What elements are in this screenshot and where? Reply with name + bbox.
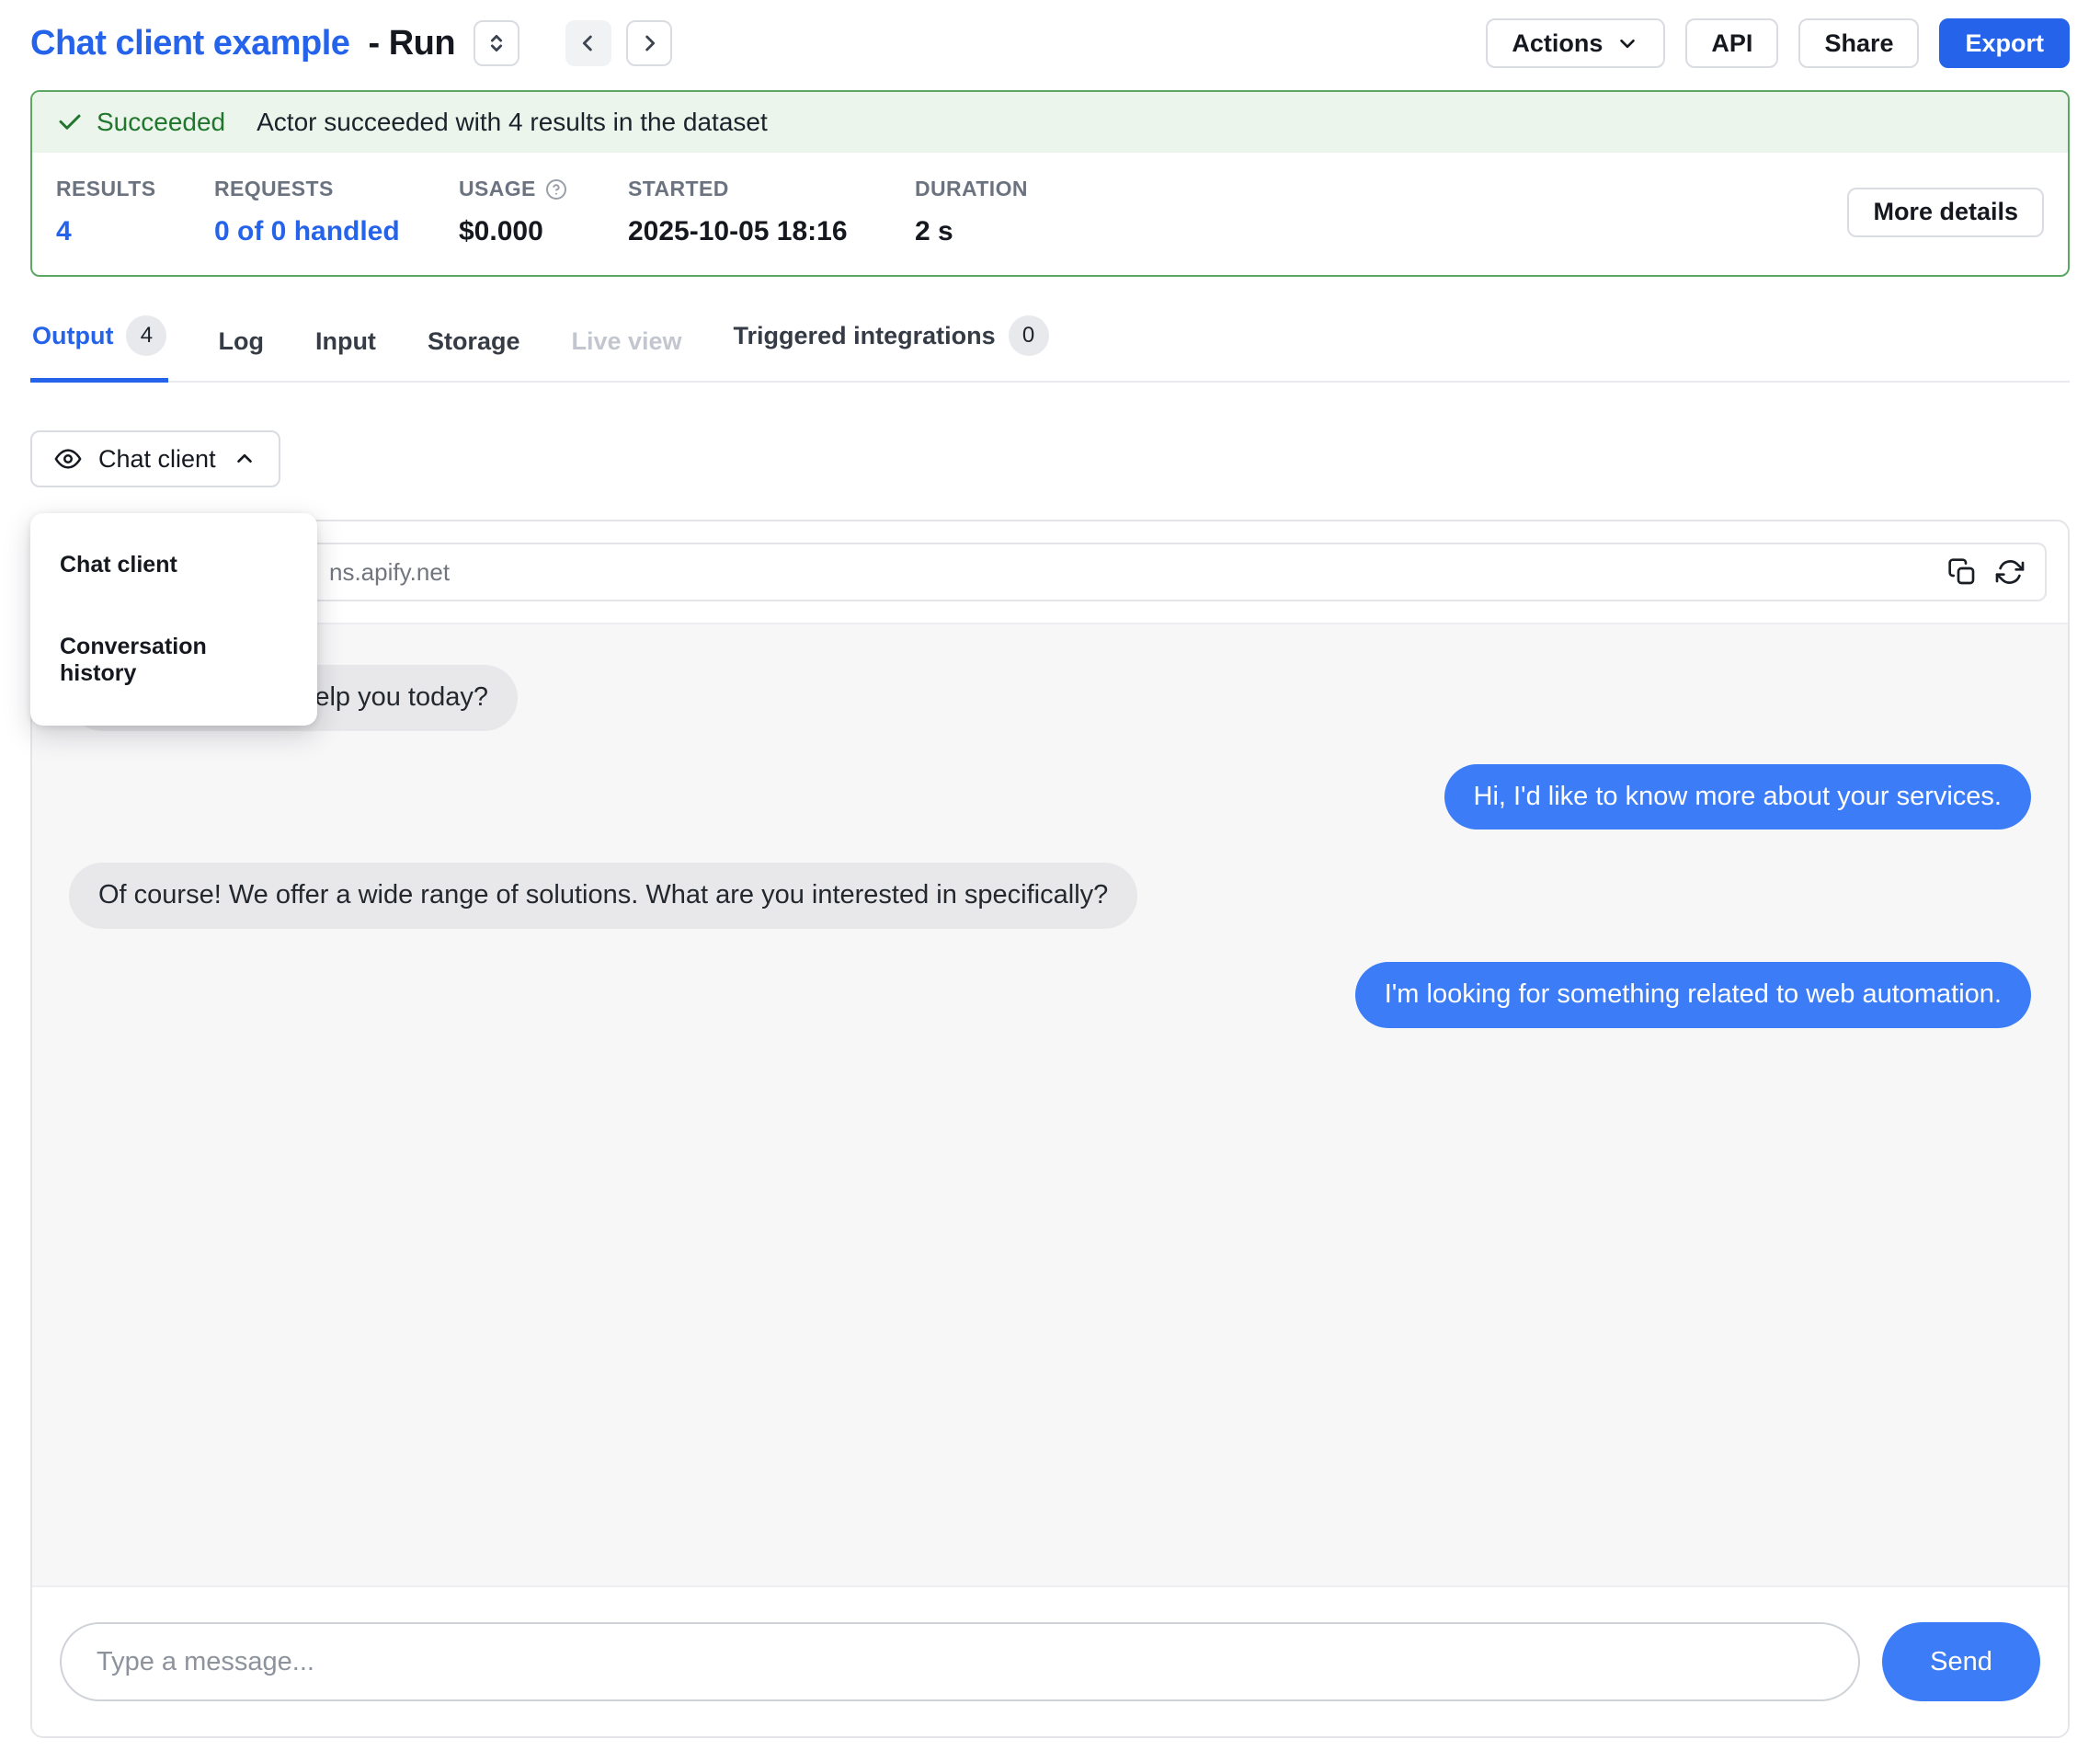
run-label: - Run — [369, 24, 456, 63]
url-bar-actions — [1947, 557, 2025, 587]
stat-usage-label-text: USAGE — [459, 177, 536, 201]
chevron-right-icon — [636, 30, 662, 56]
page-title: Chat client example - Run — [30, 24, 455, 63]
next-run-button[interactable] — [626, 20, 672, 66]
output-view-selector-label: Chat client — [98, 445, 216, 474]
run-stats-row: RESULTS 4 REQUESTS 0 of 0 handled USAGE … — [32, 153, 2068, 275]
title-area: Chat client example - Run — [30, 20, 672, 66]
more-details-label: More details — [1873, 198, 2018, 226]
tab-live-view-label: Live view — [571, 327, 681, 356]
export-button[interactable]: Export — [1939, 18, 2070, 68]
tab-output[interactable]: Output 4 — [30, 303, 168, 383]
dropdown-item-chat-client[interactable]: Chat client — [30, 524, 317, 606]
refresh-icon — [1995, 557, 2025, 587]
tab-triggered-integrations-badge: 0 — [1009, 315, 1049, 356]
stat-results-label: RESULTS — [56, 177, 214, 201]
chat-message-user: I'm looking for something related to web… — [1355, 962, 2031, 1028]
chevron-left-icon — [576, 30, 601, 56]
chat-message-list: Hello! How can I help you today? Hi, I'd… — [32, 623, 2068, 1587]
stat-results: RESULTS 4 — [56, 177, 214, 247]
run-header: Chat client example - Run Actions — [0, 0, 2100, 85]
share-button-label: Share — [1824, 29, 1893, 58]
tab-triggered-integrations[interactable]: Triggered integrations 0 — [732, 303, 1051, 383]
actions-button-label: Actions — [1512, 29, 1603, 58]
tab-output-badge: 4 — [126, 315, 166, 356]
stat-requests-label: REQUESTS — [214, 177, 459, 201]
chevron-up-icon — [233, 447, 257, 471]
status-state: Succeeded — [56, 108, 225, 137]
output-view-dropdown-menu: Chat client Conversation history — [30, 513, 317, 726]
stat-duration-value: 2 s — [915, 216, 1028, 247]
tab-log-label: Log — [218, 327, 263, 356]
chat-panel-header: ns.apify.net — [32, 521, 2068, 623]
api-button[interactable]: API — [1685, 18, 1778, 68]
copy-url-button[interactable] — [1947, 557, 1977, 587]
stat-duration-label: DURATION — [915, 177, 1028, 201]
run-title-suffix — [359, 24, 368, 63]
chat-message-user: Hi, I'd like to know more about your ser… — [1444, 764, 2032, 830]
status-banner: Succeeded Actor succeeded with 4 results… — [32, 92, 2068, 153]
chat-message-input[interactable] — [60, 1622, 1860, 1701]
more-details-button[interactable]: More details — [1847, 188, 2044, 237]
run-selector-button[interactable] — [474, 20, 519, 66]
copy-icon — [1947, 557, 1977, 587]
stat-usage: USAGE $0.000 — [459, 177, 628, 247]
eye-icon — [54, 445, 82, 473]
up-down-chevron-icon — [484, 30, 509, 56]
url-text: ns.apify.net — [329, 558, 450, 587]
tab-log[interactable]: Log — [216, 315, 265, 383]
chevron-down-icon — [1615, 31, 1639, 55]
chat-client-panel: ns.apify.net Hello! How can I help you t… — [30, 520, 2070, 1738]
chat-message-bot: Of course! We offer a wide range of solu… — [69, 863, 1137, 929]
actor-title-link[interactable]: Chat client example — [30, 24, 349, 63]
run-status-card: Succeeded Actor succeeded with 4 results… — [30, 90, 2070, 277]
stat-started-value: 2025-10-05 18:16 — [628, 216, 915, 247]
check-icon — [56, 109, 84, 136]
tab-storage-label: Storage — [428, 327, 520, 356]
stat-duration: DURATION 2 s — [915, 177, 1028, 247]
actions-dropdown-button[interactable]: Actions — [1486, 18, 1665, 68]
stat-requests-value[interactable]: 0 of 0 handled — [214, 216, 459, 247]
send-button-label: Send — [1930, 1647, 1992, 1676]
tab-storage[interactable]: Storage — [426, 315, 522, 383]
export-button-label: Export — [1965, 29, 2044, 58]
api-button-label: API — [1711, 29, 1752, 58]
share-button[interactable]: Share — [1798, 18, 1919, 68]
tab-output-label: Output — [32, 322, 113, 350]
refresh-url-button[interactable] — [1995, 557, 2025, 587]
stat-started-label: STARTED — [628, 177, 915, 201]
dropdown-item-conversation-history[interactable]: Conversation history — [30, 606, 317, 715]
tab-input[interactable]: Input — [314, 315, 378, 383]
tab-input-label: Input — [315, 327, 376, 356]
stat-requests: REQUESTS 0 of 0 handled — [214, 177, 459, 247]
header-actions: Actions API Share Export — [1486, 18, 2070, 68]
stat-usage-value: $0.000 — [459, 216, 628, 247]
status-message: Actor succeeded with 4 results in the da… — [257, 108, 768, 137]
tab-triggered-integrations-label: Triggered integrations — [734, 322, 996, 350]
stat-results-value[interactable]: 4 — [56, 216, 214, 247]
output-view-selector[interactable]: Chat client — [30, 430, 280, 487]
chat-composer: Send — [32, 1587, 2068, 1736]
url-bar: ns.apify.net — [53, 543, 2047, 601]
stat-started: STARTED 2025-10-05 18:16 — [628, 177, 915, 247]
status-state-label: Succeeded — [97, 108, 225, 137]
help-circle-icon[interactable] — [545, 178, 567, 200]
run-tabs: Output 4 Log Input Storage Live view Tri… — [30, 303, 2070, 383]
stat-usage-label: USAGE — [459, 177, 628, 201]
send-button[interactable]: Send — [1882, 1622, 2040, 1701]
previous-run-button[interactable] — [565, 20, 611, 66]
tab-live-view: Live view — [569, 315, 683, 383]
